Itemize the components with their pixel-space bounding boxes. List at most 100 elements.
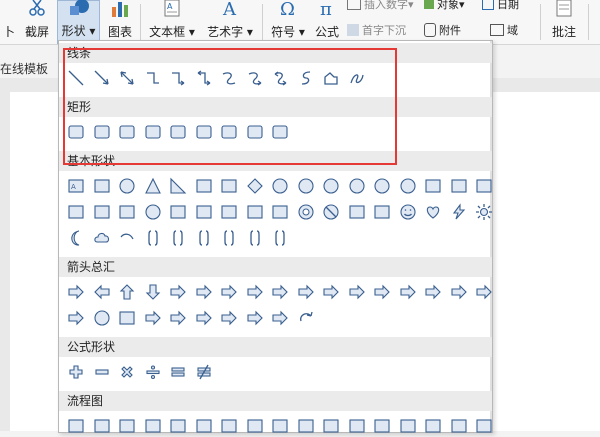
curved-down-arrow-icon[interactable] [448, 281, 470, 303]
triangle-icon[interactable] [142, 175, 164, 197]
left-right-up-arrow-icon[interactable] [244, 281, 266, 303]
quad-arrow-callout-icon[interactable] [269, 307, 291, 329]
drop-cap-button[interactable]: 首字下沉 [347, 22, 406, 38]
minus-icon[interactable] [91, 361, 113, 383]
connector-icon[interactable] [371, 415, 393, 437]
double-brace-icon[interactable] [167, 227, 189, 249]
left-brace-icon[interactable] [244, 227, 266, 249]
notched-right-arrow-icon[interactable] [65, 307, 87, 329]
terminator-icon[interactable] [269, 415, 291, 437]
offpage-icon[interactable] [397, 415, 419, 437]
bent-up-arrow-icon[interactable] [346, 281, 368, 303]
process-icon[interactable] [65, 415, 87, 437]
right-arrow-icon[interactable] [65, 281, 87, 303]
chart-button[interactable]: 图表 [103, 0, 137, 44]
manual-op-icon[interactable] [346, 415, 368, 437]
smiley-icon[interactable] [397, 201, 419, 223]
plaque-icon[interactable] [193, 201, 215, 223]
online-template-tab[interactable]: 在线模板 [0, 60, 48, 77]
quad-arrow-icon[interactable] [218, 281, 240, 303]
decision-icon[interactable] [116, 415, 138, 437]
equal-icon[interactable] [167, 361, 189, 383]
internal-storage-icon[interactable] [193, 415, 215, 437]
divide-icon[interactable] [142, 361, 164, 383]
left-right-arrow-callout-icon[interactable] [244, 307, 266, 329]
bent-arrow-icon[interactable] [269, 281, 291, 303]
trapezoid-icon[interactable] [218, 175, 240, 197]
moon-icon[interactable] [65, 227, 87, 249]
left-arrow-callout-icon[interactable] [167, 307, 189, 329]
octagon-icon[interactable] [346, 175, 368, 197]
right-bracket-icon[interactable] [218, 227, 240, 249]
sun-icon[interactable] [473, 201, 495, 223]
half-frame-icon[interactable] [91, 201, 113, 223]
insert-number-button[interactable]: 插入数字 ▾ [347, 0, 414, 12]
cloud-icon[interactable] [91, 227, 113, 249]
curved-right-arrow-icon[interactable] [371, 281, 393, 303]
up-arrow-icon[interactable] [116, 281, 138, 303]
folded-corner-icon[interactable] [371, 201, 393, 223]
alt-process-icon[interactable] [91, 415, 113, 437]
textbox-icon[interactable]: A [65, 175, 87, 197]
shape-button[interactable]: 形状 ▾ [57, 0, 100, 44]
teardrop-icon[interactable] [448, 175, 470, 197]
striped-right-arrow-icon[interactable] [473, 281, 495, 303]
diamond-icon[interactable] [244, 175, 266, 197]
summing-junction-icon[interactable] [473, 415, 495, 437]
left-right-arrow-icon[interactable] [167, 281, 189, 303]
hexagon-icon[interactable] [295, 175, 317, 197]
no-symbol-icon[interactable] [320, 201, 342, 223]
diagonal-stripe-icon[interactable] [142, 201, 164, 223]
right-brace-icon[interactable] [269, 227, 291, 249]
textbox-button[interactable]: A 文本框 ▾ [146, 0, 198, 44]
l-shape-icon[interactable] [116, 201, 138, 223]
bevel-icon[interactable] [269, 201, 291, 223]
wordart-button[interactable]: A 艺术字 ▾ [202, 0, 258, 44]
pentagon-icon[interactable] [269, 175, 291, 197]
vertical-textbox-icon[interactable] [91, 175, 113, 197]
right-triangle-icon[interactable] [167, 175, 189, 197]
cross-icon[interactable] [167, 201, 189, 223]
multidoc-icon[interactable] [244, 415, 266, 437]
donut-icon[interactable] [295, 201, 317, 223]
screenshot-button[interactable]: 截屏 [18, 0, 56, 44]
object-button[interactable]: 对象 ▾ [424, 0, 465, 12]
dodecagon-icon[interactable] [397, 175, 419, 197]
date-button[interactable]: 日期 [482, 0, 519, 12]
punched-tape-icon[interactable] [448, 415, 470, 437]
not-equal-icon[interactable] [193, 361, 215, 383]
block-arc-icon[interactable] [346, 201, 368, 223]
manual-input-icon[interactable] [320, 415, 342, 437]
comment-button[interactable]: 批注 [544, 0, 584, 44]
oval-icon[interactable] [116, 175, 138, 197]
left-bracket-icon[interactable] [193, 227, 215, 249]
plus-icon[interactable] [65, 361, 87, 383]
attachment-button[interactable]: 附件 [424, 22, 461, 38]
heart-icon[interactable] [422, 201, 444, 223]
right-arrow-callout-icon[interactable] [142, 307, 164, 329]
chevron-icon[interactable] [116, 307, 138, 329]
pie-icon[interactable] [422, 175, 444, 197]
u-turn-arrow-icon[interactable] [295, 281, 317, 303]
up-down-arrow-icon[interactable] [193, 281, 215, 303]
heptagon-icon[interactable] [320, 175, 342, 197]
parallelogram-icon[interactable] [193, 175, 215, 197]
predefined-icon[interactable] [167, 415, 189, 437]
left-up-arrow-icon[interactable] [320, 281, 342, 303]
left-arrow-icon[interactable] [91, 281, 113, 303]
data-icon[interactable] [142, 415, 164, 437]
symbol-button[interactable]: Ω 符号 ▾ [266, 0, 310, 44]
frame-icon[interactable] [65, 201, 87, 223]
down-arrow-icon[interactable] [142, 281, 164, 303]
arc-icon[interactable] [116, 227, 138, 249]
double-bracket-icon[interactable] [142, 227, 164, 249]
pentagon-arrow-icon[interactable] [91, 307, 113, 329]
curved-up-arrow-icon[interactable] [422, 281, 444, 303]
document-icon[interactable] [218, 415, 240, 437]
multiply-icon[interactable] [116, 361, 138, 383]
ribbon-partial-button[interactable]: 卜 [0, 0, 18, 44]
up-arrow-callout-icon[interactable] [193, 307, 215, 329]
can-icon[interactable] [218, 201, 240, 223]
curved-left-arrow-icon[interactable] [397, 281, 419, 303]
circular-arrow-icon[interactable] [295, 307, 317, 329]
